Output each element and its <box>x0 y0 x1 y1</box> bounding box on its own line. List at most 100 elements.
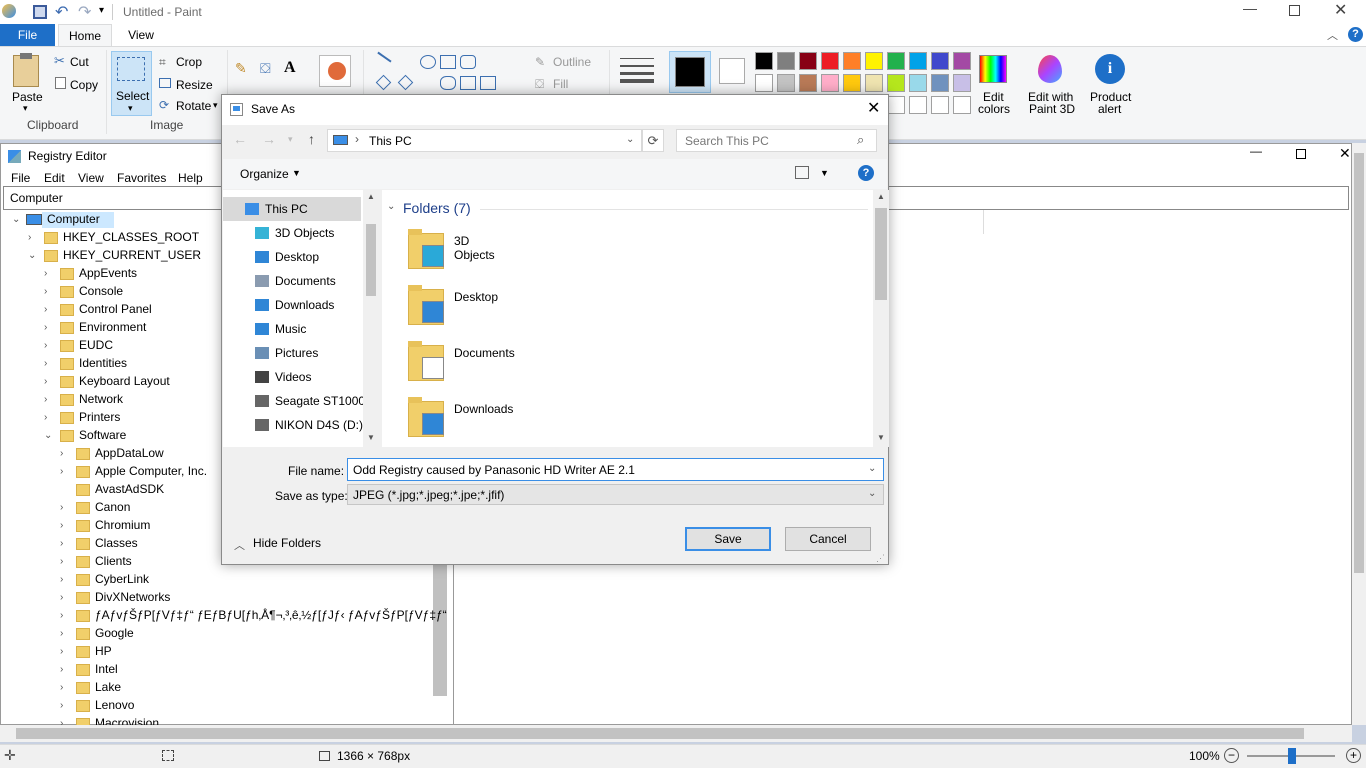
palette-swatch[interactable] <box>887 52 905 70</box>
folder-icon[interactable] <box>408 397 444 437</box>
shapes-gallery[interactable] <box>370 51 516 92</box>
palette-swatch[interactable] <box>909 74 927 92</box>
view-options-dropdown-icon[interactable]: ▼ <box>820 168 829 178</box>
palette-swatch[interactable] <box>777 74 795 92</box>
up-icon[interactable]: ↑ <box>308 131 315 147</box>
dialog-close-icon[interactable]: ✕ <box>867 98 880 118</box>
folder-item-label[interactable]: Documents <box>454 346 515 360</box>
palette-swatch[interactable] <box>909 52 927 70</box>
palette-swatch[interactable] <box>843 52 861 70</box>
tab-file[interactable]: File <box>0 24 55 46</box>
palette-swatch[interactable] <box>931 74 949 92</box>
palette-swatch[interactable] <box>953 74 971 92</box>
nav-scrollbar[interactable]: ▲ ▼ <box>363 190 379 447</box>
palette-swatch[interactable] <box>821 52 839 70</box>
folder-icon[interactable] <box>408 229 444 269</box>
nav-item[interactable]: Documents <box>275 269 375 293</box>
organize-button[interactable]: Organize <box>240 167 289 181</box>
paste-button[interactable]: Paste <box>12 90 43 104</box>
quick-undo-icon[interactable]: ↶ <box>55 2 68 22</box>
hide-folders-icon[interactable]: ︿ <box>234 537 245 553</box>
save-type-select[interactable]: JPEG (*.jpg;*.jpeg;*.jpe;*.jfif) ⌄ <box>347 484 884 505</box>
help-icon[interactable]: ? <box>1348 27 1363 42</box>
palette-swatch[interactable] <box>843 74 861 92</box>
nav-item[interactable]: Videos <box>275 365 375 389</box>
cut-button[interactable]: Cut <box>70 55 89 69</box>
search-box[interactable]: Search This PC ⌕ <box>676 129 877 152</box>
dialog-help-icon[interactable]: ? <box>858 165 874 181</box>
brushes-icon[interactable] <box>319 55 351 87</box>
palette-swatch[interactable] <box>799 74 817 92</box>
copy-button[interactable]: Copy <box>70 78 98 92</box>
color2-selector[interactable] <box>719 58 745 84</box>
palette-swatch[interactable] <box>821 74 839 92</box>
edit-colors-label-2[interactable]: colors <box>978 102 1010 116</box>
folder-item-label[interactable]: Desktop <box>454 290 498 304</box>
product-alert-label-2[interactable]: alert <box>1098 102 1121 116</box>
search-input[interactable]: Search This PC <box>685 134 769 148</box>
back-icon[interactable]: ← <box>233 131 247 147</box>
minimize-icon[interactable]: — <box>1243 0 1257 16</box>
nav-item[interactable]: Seagate ST1000L <box>275 389 375 413</box>
zoom-in-icon[interactable]: + <box>1346 748 1361 763</box>
forward-icon[interactable]: → <box>262 131 276 147</box>
file-name-input[interactable]: Odd Registry caused by Panasonic HD Writ… <box>347 458 884 481</box>
address-dropdown-icon[interactable]: ⌄ <box>626 134 634 145</box>
size-icon[interactable] <box>620 56 654 83</box>
palette-swatch[interactable] <box>953 52 971 70</box>
paste-icon[interactable] <box>13 53 39 87</box>
address-bar[interactable]: › This PC ⌄ <box>327 129 642 152</box>
palette-empty-swatch[interactable] <box>887 96 905 114</box>
restore-icon[interactable] <box>1289 5 1300 16</box>
hide-folders-button[interactable]: Hide Folders <box>253 536 321 550</box>
nav-item[interactable]: Downloads <box>275 293 375 317</box>
fill-bucket-icon[interactable]: ⛋ <box>260 60 271 77</box>
quick-save-icon[interactable] <box>33 5 47 19</box>
resize-button[interactable]: Resize <box>176 78 213 92</box>
palette-swatch[interactable] <box>755 74 773 92</box>
file-name-dropdown-icon[interactable]: ⌄ <box>868 463 876 474</box>
canvas-horizontal-scrollbar[interactable] <box>0 725 1352 742</box>
folders-collapse-icon[interactable]: ⌄ <box>387 201 395 212</box>
nav-item[interactable]: 3D Objects <box>275 221 375 245</box>
tab-view[interactable]: View <box>114 24 168 46</box>
save-button[interactable]: Save <box>685 527 771 551</box>
content-scrollbar[interactable]: ▲ ▼ <box>873 190 889 447</box>
palette-swatch[interactable] <box>755 52 773 70</box>
folder-item-label[interactable]: 3D Objects <box>454 234 495 262</box>
text-tool-icon[interactable]: A <box>284 59 296 77</box>
crop-button[interactable]: Crop <box>176 55 202 69</box>
fill-button[interactable]: Fill <box>553 77 568 91</box>
palette-empty-swatch[interactable] <box>953 96 971 114</box>
zoom-out-icon[interactable]: − <box>1224 748 1239 763</box>
nav-item[interactable]: This PC <box>265 197 365 221</box>
palette-swatch[interactable] <box>777 52 795 70</box>
search-icon[interactable]: ⌕ <box>857 132 864 148</box>
palette-swatch[interactable] <box>865 52 883 70</box>
zoom-slider[interactable] <box>1247 748 1335 764</box>
palette-empty-swatch[interactable] <box>931 96 949 114</box>
palette-swatch[interactable] <box>887 74 905 92</box>
nav-item[interactable]: Pictures <box>275 341 375 365</box>
collapse-ribbon-icon[interactable]: ︿ <box>1327 27 1338 43</box>
tab-home[interactable]: Home <box>58 24 112 47</box>
canvas-vertical-scrollbar[interactable] <box>1352 143 1366 725</box>
refresh-icon[interactable]: ⟳ <box>642 129 664 152</box>
palette-swatch[interactable] <box>799 52 817 70</box>
palette-swatch[interactable] <box>931 52 949 70</box>
rotate-button[interactable]: Rotate <box>176 99 211 113</box>
color1-selector[interactable] <box>669 51 711 93</box>
outline-button[interactable]: Outline <box>553 55 591 69</box>
palette-empty-swatch[interactable] <box>909 96 927 114</box>
view-options-icon[interactable] <box>795 166 809 179</box>
nav-item[interactable]: NIKON D4S (D:) <box>275 413 375 437</box>
recent-locations-icon[interactable]: ▾ <box>288 134 293 145</box>
nav-item[interactable]: Desktop <box>275 245 375 269</box>
close-icon[interactable]: ✕ <box>1334 0 1347 20</box>
edit-with-paint3d-label-2[interactable]: Paint 3D <box>1029 102 1075 116</box>
cancel-button[interactable]: Cancel <box>785 527 871 551</box>
quick-access-dropdown-icon[interactable]: ▾ <box>99 5 104 16</box>
palette-swatch[interactable] <box>865 74 883 92</box>
folder-icon[interactable] <box>408 285 444 325</box>
folder-icon[interactable] <box>408 341 444 381</box>
